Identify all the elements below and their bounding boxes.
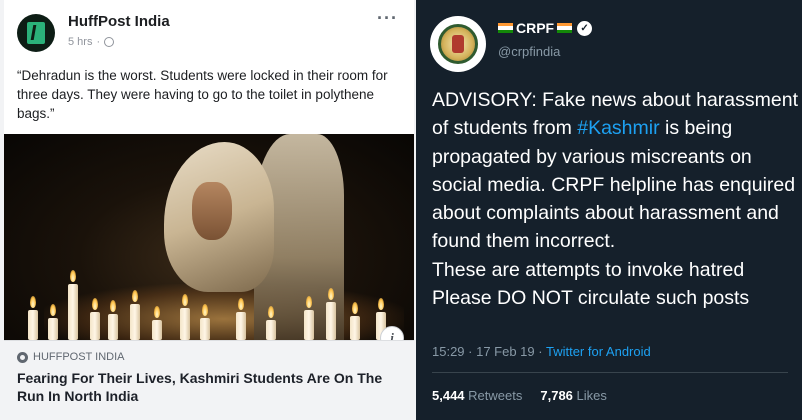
retweets-stat[interactable]: 5,444 Retweets bbox=[432, 388, 522, 403]
retweets-count: 5,444 bbox=[432, 388, 465, 403]
likes-label: Likes bbox=[576, 388, 607, 403]
candle bbox=[266, 306, 276, 340]
page-name[interactable]: HuffPost India bbox=[68, 13, 170, 30]
facebook-post-card: HuffPost India 5 hrs · ··· “Dehradun is … bbox=[0, 0, 416, 420]
tweet-source[interactable]: Twitter for Android bbox=[546, 344, 651, 359]
likes-stat[interactable]: 7,786 Likes bbox=[540, 388, 607, 403]
post-time[interactable]: 5 hrs bbox=[68, 36, 92, 48]
candle bbox=[28, 296, 38, 340]
photo-face bbox=[192, 182, 232, 240]
crpf-emblem-mark bbox=[438, 24, 478, 64]
handle[interactable]: @crpfindia bbox=[498, 44, 560, 59]
candle bbox=[326, 288, 336, 340]
link-preview[interactable]: HUFFPOST INDIA Fearing For Their Lives, … bbox=[4, 340, 414, 420]
candle bbox=[304, 296, 314, 340]
tweet-text-part: is being propagated by various miscreant… bbox=[432, 117, 796, 310]
post-photo[interactable] bbox=[4, 134, 414, 340]
candle bbox=[152, 306, 162, 340]
tweet-timestamp[interactable]: 15:29 · 17 Feb 19 bbox=[432, 344, 535, 359]
divider bbox=[432, 372, 788, 373]
india-flag-icon bbox=[498, 23, 513, 33]
candle bbox=[200, 304, 210, 340]
huffpost-logo-mark bbox=[27, 22, 45, 44]
tweet-stats: 5,444 Retweets 7,786 Likes bbox=[432, 388, 607, 403]
tweet-meta: 15:29 · 17 Feb 19 · Twitter for Android bbox=[432, 344, 651, 359]
candle bbox=[48, 304, 58, 340]
hashtag-link[interactable]: #Kashmir bbox=[577, 117, 659, 139]
huffpost-logo-icon[interactable] bbox=[17, 14, 55, 52]
candle bbox=[108, 300, 118, 340]
candle bbox=[90, 298, 100, 340]
tweet-card: CRPF ✓ @crpfindia ADVISORY: Fake news ab… bbox=[416, 0, 802, 420]
tweet-text: ADVISORY: Fake news about harassment of … bbox=[432, 86, 802, 312]
retweets-label: Retweets bbox=[468, 388, 523, 403]
meta-separator: · bbox=[534, 344, 546, 359]
candle bbox=[236, 298, 246, 340]
india-flag-icon bbox=[557, 23, 573, 33]
candle bbox=[68, 270, 78, 340]
display-name[interactable]: CRPF bbox=[516, 20, 554, 36]
globe-icon bbox=[104, 37, 115, 47]
tweet-name-row[interactable]: CRPF ✓ bbox=[498, 20, 593, 36]
post-text: “Dehradun is the worst. Students were lo… bbox=[17, 68, 388, 121]
flag-green-band bbox=[557, 29, 573, 33]
source-icon bbox=[17, 351, 28, 363]
link-source-label: HUFFPOST INDIA bbox=[33, 351, 125, 363]
candle bbox=[350, 302, 360, 340]
flag-green-band bbox=[498, 29, 513, 33]
verified-badge-icon: ✓ bbox=[577, 20, 593, 36]
candle bbox=[130, 290, 140, 340]
link-source: HUFFPOST INDIA bbox=[17, 351, 124, 363]
candle bbox=[180, 294, 190, 340]
likes-count: 7,786 bbox=[540, 388, 573, 403]
crpf-emblem-icon[interactable] bbox=[430, 16, 486, 72]
post-meta: 5 hrs · bbox=[68, 36, 115, 48]
meta-separator: · bbox=[96, 36, 101, 48]
link-title[interactable]: Fearing For Their Lives, Kashmiri Studen… bbox=[17, 369, 402, 405]
more-options-icon[interactable]: ··· bbox=[377, 8, 398, 29]
facebook-post: HuffPost India 5 hrs · ··· “Dehradun is … bbox=[4, 0, 414, 420]
